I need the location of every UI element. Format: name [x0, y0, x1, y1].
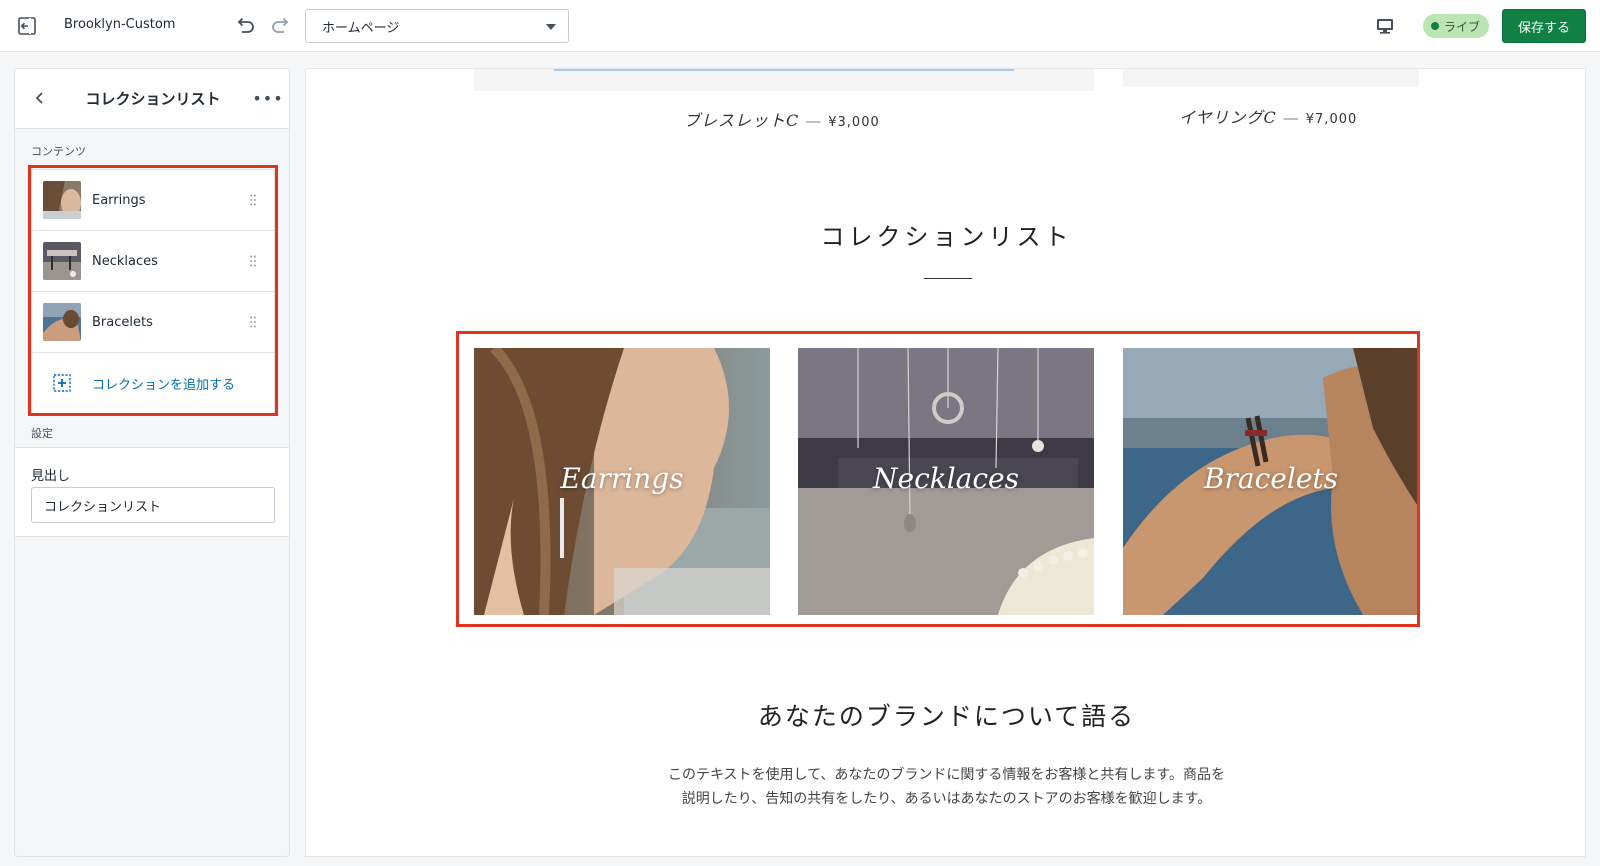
price-separator: —	[1282, 108, 1300, 127]
save-button[interactable]: 保存する	[1502, 9, 1586, 43]
collection-name: Necklaces	[873, 462, 1019, 495]
item-label: Earrings	[92, 192, 146, 208]
collection-card-necklaces[interactable]: Necklaces	[798, 348, 1094, 615]
product-caption[interactable]: イヤリングC — ¥7,000	[1179, 104, 1357, 128]
product-name: イヤリングC	[1179, 108, 1277, 127]
product-caption[interactable]: ブレスレットC — ¥3,000	[684, 107, 880, 131]
list-item-bracelets[interactable]: Bracelets	[32, 292, 274, 353]
price-separator: —	[805, 111, 823, 130]
sidebar-header: コレクションリスト •••	[15, 69, 289, 129]
product-name: ブレスレットC	[684, 111, 800, 130]
collection-list-title: コレクションリスト	[820, 223, 1073, 251]
item-label: Bracelets	[92, 314, 153, 330]
product-image-bracelet-c[interactable]	[474, 69, 1094, 91]
settings-section-label: 設定	[31, 427, 53, 440]
chevron-down-icon	[546, 24, 556, 30]
add-icon	[52, 373, 72, 393]
undo-icon[interactable]	[232, 12, 260, 40]
live-status-badge: ライブ	[1423, 14, 1490, 38]
collection-name: Earrings	[560, 462, 684, 495]
add-collection-button[interactable]: コレクションを追加する	[32, 353, 274, 413]
sidebar-title: コレクションリスト	[85, 90, 221, 108]
list-item-earrings[interactable]: Earrings	[32, 170, 274, 231]
necklaces-thumbnail	[43, 242, 81, 280]
drag-handle-icon[interactable]	[250, 316, 256, 328]
brand-title: あなたのブランドについて語る	[757, 702, 1136, 731]
product-image-earring-c[interactable]	[1123, 69, 1419, 87]
brand-text-line: このテキストを使用して、あなたのブランドに関する情報をお客様と共有します。商品を	[667, 767, 1226, 783]
product-price: ¥7,000	[1305, 112, 1358, 127]
list-item-necklaces[interactable]: Necklaces	[32, 231, 274, 292]
brand-text: このテキストを使用して、あなたのブランドに関する情報をお客様と共有します。商品を…	[606, 763, 1287, 811]
theme-name: Brooklyn-Custom	[64, 17, 176, 32]
settings-card: 見出し	[15, 447, 289, 537]
collection-name: Bracelets	[1203, 462, 1339, 495]
more-icon[interactable]: •••	[252, 85, 282, 111]
collection-card-earrings[interactable]: Earrings	[474, 348, 770, 615]
page-select[interactable]: ホームページ	[305, 9, 569, 43]
drag-handle-icon[interactable]	[250, 194, 256, 206]
title-divider	[924, 278, 972, 279]
content-section-label: コンテンツ	[31, 145, 86, 158]
drag-handle-icon[interactable]	[250, 255, 256, 267]
earrings-thumbnail	[43, 181, 81, 219]
collection-card-bracelets[interactable]: Bracelets	[1123, 348, 1419, 615]
live-dot-icon	[1431, 22, 1439, 30]
product-price: ¥3,000	[828, 115, 880, 130]
heading-field-label: 見出し	[31, 469, 71, 484]
top-bar: Brooklyn-Custom ホームページ ライブ 保存する	[0, 0, 1600, 52]
desktop-icon[interactable]	[1372, 13, 1398, 39]
heading-input[interactable]	[31, 487, 275, 523]
brand-text-line: 説明したり、告知の共有をしたり、あるいはあなたのストアのお客様を歓迎します。	[681, 791, 1212, 807]
item-label: Necklaces	[92, 253, 158, 269]
live-label: ライブ	[1444, 19, 1481, 34]
collection-content-list: Earrings Necklaces Bracelets コレクションを追加する	[31, 169, 275, 414]
page-select-value: ホームページ	[322, 20, 400, 36]
add-collection-label: コレクションを追加する	[92, 377, 236, 393]
exit-icon[interactable]	[14, 13, 40, 39]
sidebar: コレクションリスト ••• コンテンツ Earrings Necklaces B…	[14, 68, 290, 857]
redo-icon[interactable]	[266, 12, 294, 40]
theme-preview: ブレスレットC — ¥3,000 イヤリングC — ¥7,000 コレクションリスト E…	[305, 68, 1586, 857]
bracelets-thumbnail	[43, 303, 81, 341]
